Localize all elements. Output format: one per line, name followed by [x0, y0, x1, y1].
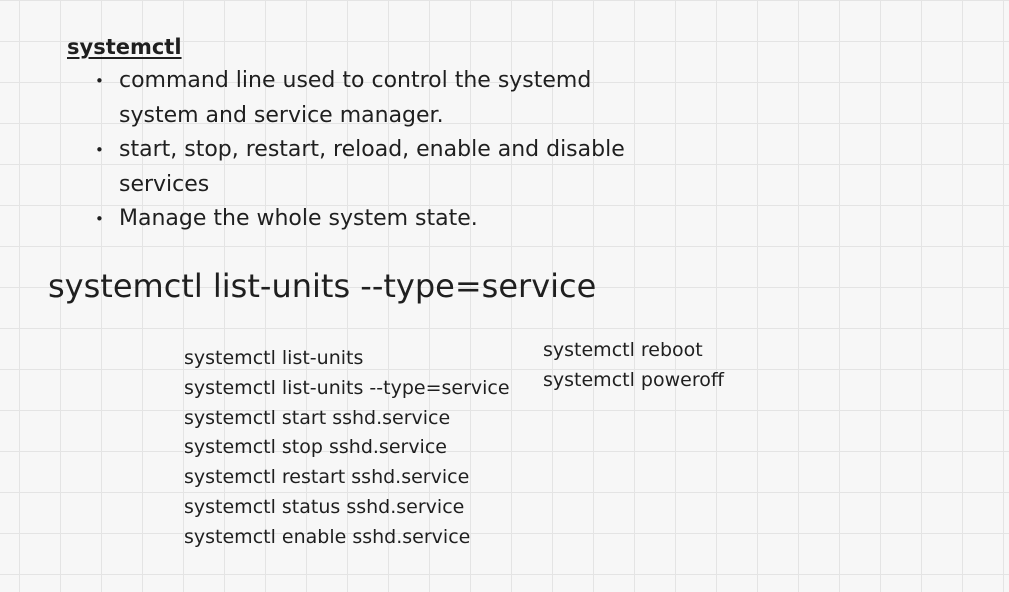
bullet-item: Manage the whole system state.: [95, 202, 655, 237]
featured-command: systemctl list-units --type=service: [48, 267, 597, 305]
section-heading: systemctl: [67, 35, 182, 59]
command-item: systemctl reboot: [543, 339, 703, 361]
command-item: systemctl restart sshd.service: [184, 466, 470, 489]
command-item: systemctl enable sshd.service: [184, 525, 471, 548]
bullet-item: start, stop, restart, reload, enable and…: [95, 133, 655, 202]
command-item: systemctl poweroff: [543, 368, 724, 391]
bullet-list: command line used to control the systemd…: [95, 64, 655, 237]
command-item: systemctl stop sshd.service: [184, 436, 447, 459]
bullet-item: command line used to control the systemd…: [95, 64, 655, 133]
command-item: systemctl list-units: [184, 347, 364, 369]
command-item: systemctl start sshd.service: [184, 406, 451, 429]
whiteboard-canvas[interactable]: systemctl command line used to control t…: [0, 0, 1009, 592]
command-item: systemctl list-units --type=service: [184, 376, 510, 399]
command-list-left: systemctl list-units systemctl list-unit…: [184, 344, 510, 553]
command-list-right: systemctl reboot systemctl poweroff: [543, 336, 724, 395]
command-item: systemctl status sshd.service: [184, 495, 465, 518]
